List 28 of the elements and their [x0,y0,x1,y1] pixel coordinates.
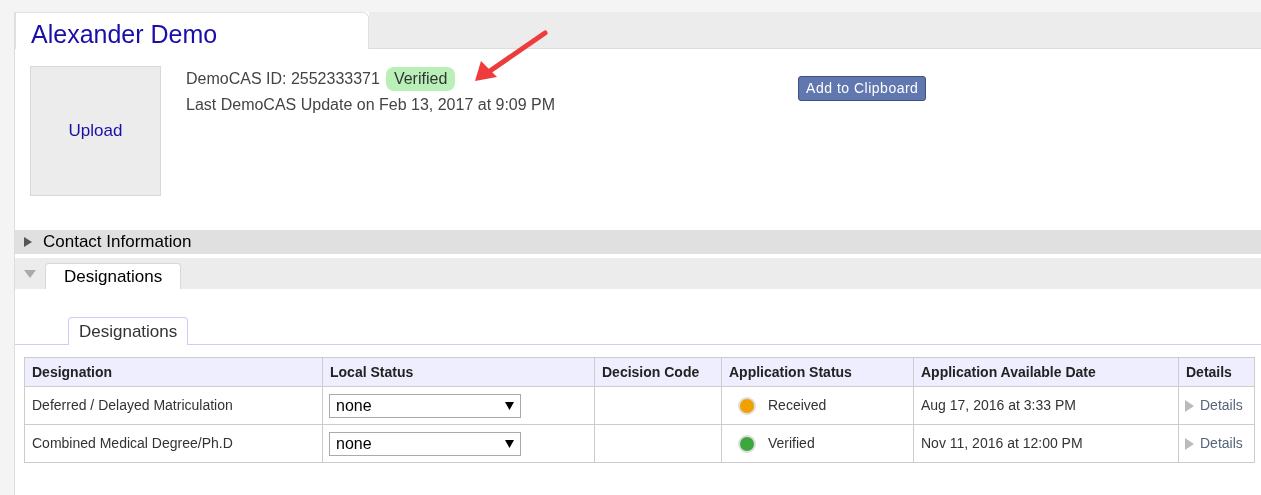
dropdown-caret-icon [505,439,514,448]
application-status: Received [768,396,827,415]
column-header: Application Available Date [913,357,1179,387]
add-to-clipboard-button[interactable]: Add to Clipboard [798,76,927,101]
section-header[interactable]: Contact Information [15,230,1261,254]
table-cell: Combined Medical Degree/Ph.D [24,424,323,463]
collapse-triangle-icon[interactable] [23,269,37,279]
profile-name: Alexander Demo [15,12,369,49]
id-text: DemoCAS ID: 2552333371 [186,69,380,89]
play-triangle-icon [1185,437,1194,450]
column-header: Local Status [322,357,595,387]
table-cell: Aug 17, 2016 at 3:33 PM [913,386,1179,425]
column-header: Designation [24,357,323,387]
status-dropdown[interactable]: none [329,431,521,456]
status-dropdown[interactable]: none [329,393,521,418]
section-header[interactable]: Designations [45,263,182,289]
table-cell: Deferred / Delayed Matriculation [24,386,323,425]
dropdown-caret-icon [505,401,514,410]
tab[interactable]: Designations [68,317,189,345]
upload-button[interactable]: Upload [30,66,161,196]
application-status: Verified [768,434,815,453]
play-triangle-icon [1185,399,1194,412]
column-header: Application Status [721,357,914,387]
column-header: Details [1178,357,1255,387]
column-header: Decision Code [594,357,722,387]
last-update-text: Last DemoCAS Update on Feb 13, 2017 at 9:09 PM [186,95,556,115]
table-cell: Nov 11, 2016 at 12:00 PM [913,424,1179,463]
verified-badge: Verified [385,67,456,91]
